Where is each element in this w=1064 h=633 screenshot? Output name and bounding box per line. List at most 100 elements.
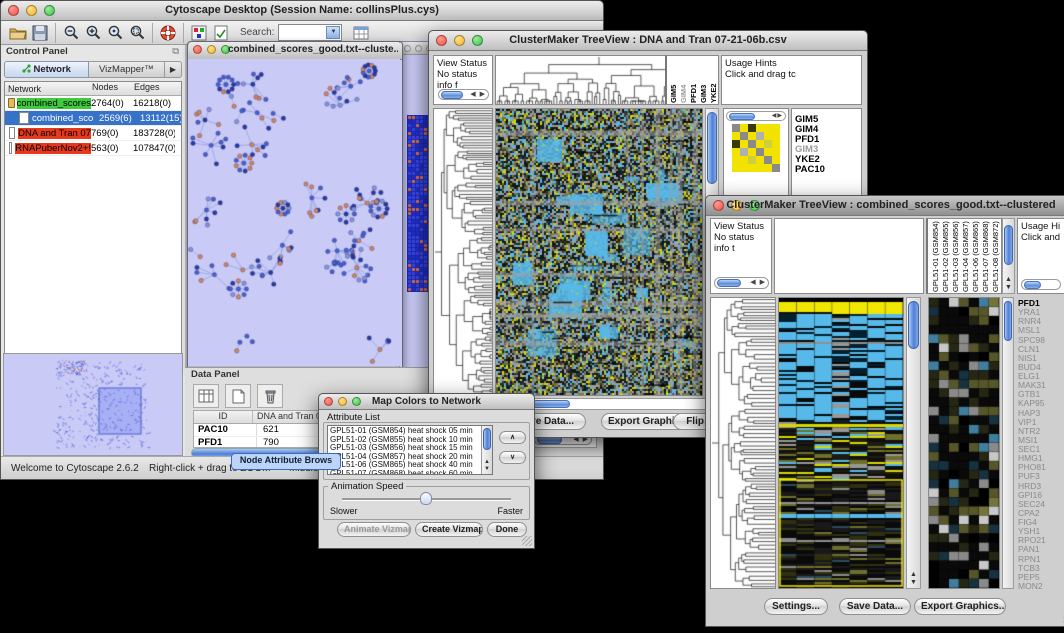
matrix-cell[interactable] [740,124,748,132]
matrix-cell[interactable] [772,148,780,156]
matrix-cell[interactable] [772,140,780,148]
tv2-status-scrollbar[interactable]: ◀ ▶ [714,277,769,289]
tv2-settings-button[interactable]: Settings... [764,598,828,615]
search-dropdown-arrow[interactable]: ▼ [326,26,340,39]
tv2-column-dendrogram[interactable] [774,218,924,294]
matrix-cell[interactable] [732,156,740,164]
network-tree-row[interactable]: RNAPuberNov2+!563(0)107847(0) [5,141,181,156]
animate-vizmap-button[interactable]: Animate Vizmap [337,522,411,537]
matrix-cell[interactable] [756,124,764,132]
matrix-cell[interactable] [772,156,780,164]
tv1-status-scrollbar[interactable]: ◀ ▶ [438,89,489,100]
col-nodes[interactable]: Nodes [92,82,134,95]
tv1-column-label[interactable]: PFD1 [689,57,698,103]
tv1-zoom-matrix[interactable] [732,124,780,172]
matrix-cell[interactable] [756,164,764,172]
tv1-zoom-hscrollbar[interactable]: ◀▶ [726,111,786,121]
attribute-list-vscrollbar[interactable]: ▲▼ [481,426,492,474]
matrix-cell[interactable] [748,148,756,156]
tv2-collabel-vscrollbar[interactable]: ▲▼ [1002,218,1015,294]
zoom-fit-icon[interactable] [126,22,148,44]
tv2-column-label[interactable]: GPL51-06 (GSM865) [971,220,980,292]
main-titlebar[interactable]: Cytoscape Desktop (Session Name: collins… [1,1,603,21]
matrix-cell[interactable] [748,156,756,164]
tab-overflow-arrow[interactable]: ▶ [165,61,182,78]
matrix-cell[interactable] [764,132,772,140]
tv1-column-label[interactable]: GIM5 [669,57,678,103]
tv2-gene-label[interactable]: MON2 [1018,582,1064,589]
tv1-column-label[interactable]: GIM4 [679,57,688,103]
matrix-cell[interactable] [732,124,740,132]
create-vizmap-button[interactable]: Create Vizmap [415,522,483,537]
matrix-cell[interactable] [740,140,748,148]
tv1-column-label[interactable]: GIM3 [699,57,708,103]
resize-grip[interactable] [522,536,532,546]
tv2-usage-scrollbar[interactable] [1021,279,1061,290]
network-canvas[interactable] [188,59,400,366]
zoom-in-icon[interactable] [82,22,104,44]
node-attribute-browser-tab[interactable]: Node Attribute Brows [231,453,341,470]
tv2-export-graphics-button[interactable]: Export Graphics... [914,598,1006,615]
matrix-cell[interactable] [764,148,772,156]
matrix-cell[interactable] [756,132,764,140]
treeview2-titlebar[interactable]: ClusterMaker TreeView : combined_scores_… [706,196,1064,216]
close-button[interactable] [404,45,411,52]
attribute-listbox[interactable]: GPL51-01 (GSM854) heat shock 05 minGPL51… [327,425,493,475]
move-attribute-up-button[interactable]: ∧ [499,431,526,444]
tab-network[interactable]: Network [4,61,89,78]
tv2-column-label[interactable]: GPL51-01 (GSM854) [931,220,940,292]
tv2-global-heatmap[interactable] [778,297,904,589]
tv2-column-label[interactable]: GPL51-04 (GSM857) [961,220,970,292]
matrix-cell[interactable] [764,156,772,164]
matrix-cell[interactable] [756,148,764,156]
tv2-column-label[interactable]: GPL51-07 (GSM868) [981,220,990,292]
save-session-button[interactable] [29,22,51,44]
tv2-zoom-heatmap[interactable] [928,297,1000,589]
col-network[interactable]: Network [5,82,92,95]
matrix-cell[interactable] [732,140,740,148]
tv1-row-label[interactable]: PAC10 [795,165,861,175]
col-edges[interactable]: Edges [134,82,176,95]
dialog-titlebar[interactable]: Map Colors to Network [319,394,534,410]
matrix-cell[interactable] [732,148,740,156]
matrix-cell[interactable] [740,132,748,140]
tv2-save-data-button[interactable]: Save Data... [839,598,911,615]
matrix-cell[interactable] [748,164,756,172]
float-panel-icon[interactable]: ⧉ [172,46,179,57]
tab-vizmapper[interactable]: VizMapper™ [89,61,165,78]
help-lifering-icon[interactable] [157,22,179,44]
matrix-cell[interactable] [748,124,756,132]
matrix-cell[interactable] [772,124,780,132]
tv2-row-dendrogram[interactable] [710,297,776,589]
tv2-column-label[interactable]: GPL51-02 (GSM855) [941,220,950,292]
network-tree-row[interactable]: DNA and Tran 07769(0)183728(0) [5,126,181,141]
matrix-cell[interactable] [748,132,756,140]
done-button[interactable]: Done [487,522,527,537]
matrix-cell[interactable] [756,140,764,148]
tv2-column-label[interactable]: GPL51-03 (GSM856) [951,220,960,292]
select-attributes-icon[interactable] [193,384,219,408]
matrix-cell[interactable] [764,140,772,148]
tv2-column-label[interactable]: GPL51-08 (GSM872) [991,220,1000,292]
matrix-cell[interactable] [732,132,740,140]
matrix-cell[interactable] [740,156,748,164]
open-session-button[interactable] [7,22,29,44]
matrix-cell[interactable] [772,164,780,172]
network-tree-row[interactable]: combined_sco2569(6)13112(15) [5,111,181,126]
matrix-cell[interactable] [740,164,748,172]
tv2-genelist-vscrollbar[interactable] [1002,297,1014,589]
delete-attribute-trash-icon[interactable] [257,384,283,408]
close-button[interactable] [193,45,202,54]
tv2-heatmap-vscrollbar[interactable]: ▲▼ [906,297,921,589]
matrix-cell[interactable] [756,156,764,164]
zoom-out-icon[interactable] [60,22,82,44]
network-window-titlebar[interactable]: combined_scores_good.txt--cluste... [188,42,402,60]
new-attribute-icon[interactable] [225,384,251,408]
birdseye-view[interactable] [3,353,183,456]
zoom-selected-icon[interactable] [104,22,126,44]
network-tree-row[interactable]: combined_scores2764(0)16218(0) [5,96,181,111]
treeview1-titlebar[interactable]: ClusterMaker TreeView : DNA and Tran 07-… [429,31,867,51]
attribute-list-item[interactable]: GPL51-07 (GSM868) heat shock 60 min [330,470,492,475]
minimize-button[interactable] [415,45,422,52]
search-input[interactable]: ▼ [278,24,342,41]
